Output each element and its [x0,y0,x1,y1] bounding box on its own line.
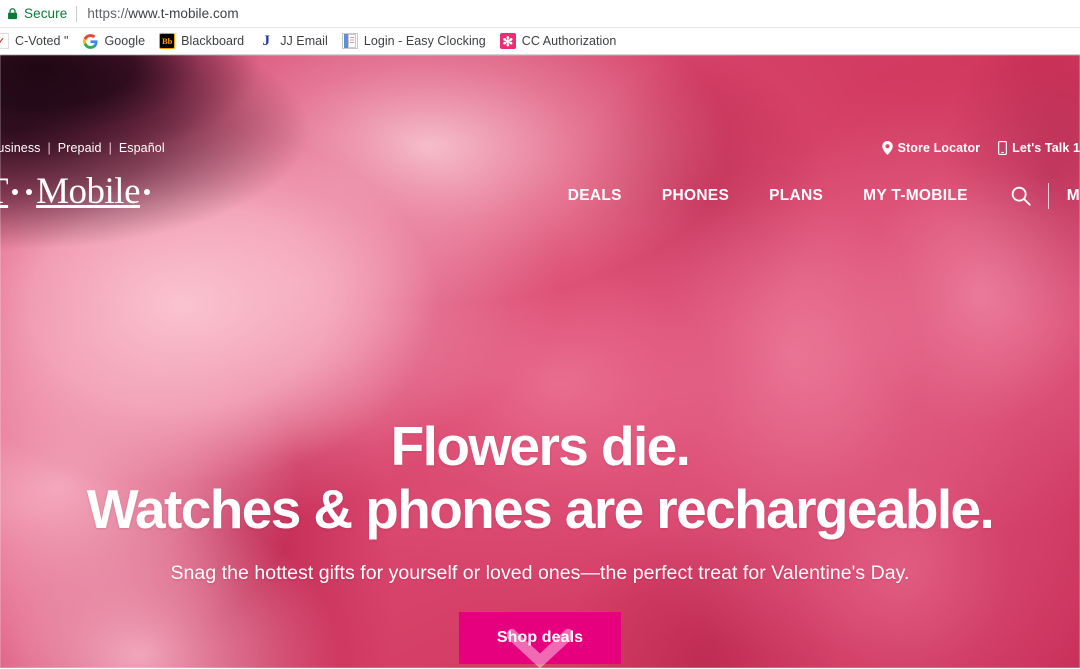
main-nav: DEALS PHONES PLANS MY T-MOBILE M [548,183,1080,209]
mobile-phone-icon [998,141,1007,155]
url-text[interactable]: https://www.t-mobile.com [87,6,238,21]
utility-nav-left: Business | Prepaid | Español [0,141,172,155]
document-icon [342,33,358,49]
browser-chrome: Secure https://www.t-mobile.com ✓ C-Vote… [0,0,1080,55]
hero-headline-line-2: Watches & phones are rechargeable. [0,478,1080,541]
nav-item-deals[interactable]: DEALS [548,187,642,205]
url-scheme: https:// [87,6,128,21]
menu-button[interactable]: M [1049,187,1080,205]
voted-icon: ✓ [0,33,9,49]
bookmark-label: Google [105,34,146,48]
utility-link-espanol[interactable]: Español [112,141,172,155]
cc-authorization-icon: ✻ [500,33,516,49]
search-icon [1010,185,1032,207]
google-icon [83,33,99,49]
bookmark-label: CC Authorization [522,34,617,48]
utility-nav-right: Store Locator Let's Talk 1 [864,141,1080,155]
logo-word-mobile: Mobile [36,171,140,212]
lock-icon [6,7,19,20]
hero-subheadline: Snag the hottest gifts for yourself or l… [0,562,1080,585]
nav-item-plans[interactable]: PLANS [749,187,843,205]
lets-talk-label: Let's Talk 1 [1012,141,1080,155]
lets-talk-link[interactable]: Let's Talk 1 [998,141,1080,155]
url-divider [76,6,77,22]
hero-headline: Flowers die. Watches & phones are rechar… [0,415,1080,540]
utility-nav: Business | Prepaid | Español Store Locat… [0,137,1080,159]
url-host: www.t-mobile.com [128,6,238,21]
chevron-down-icon [507,629,573,668]
bookmark-label: JJ Email [280,34,328,48]
nav-item-phones[interactable]: PHONES [642,187,749,205]
utility-link-business[interactable]: Business [0,141,48,155]
jj-email-icon: J [258,33,274,49]
bookmark-c-voted[interactable]: ✓ C-Voted " [0,30,76,52]
search-button[interactable] [988,185,1048,207]
address-bar[interactable]: Secure https://www.t-mobile.com [0,0,1080,27]
logo-dot [26,189,32,195]
store-locator-label: Store Locator [898,141,981,155]
hero-content: Flowers die. Watches & phones are rechar… [0,415,1080,664]
bookmark-cc-authorization[interactable]: ✻ CC Authorization [493,30,624,52]
map-pin-icon [882,141,893,155]
nav-item-my-tmobile[interactable]: MY T-MOBILE [843,187,988,205]
scroll-down-button[interactable] [507,629,573,668]
hero-headline-line-1: Flowers die. [0,415,1080,478]
bookmark-jj-email[interactable]: J JJ Email [251,30,335,52]
store-locator-link[interactable]: Store Locator [882,141,981,155]
tmobile-logo[interactable]: T Mobile [0,173,154,210]
blackboard-icon: Bb [159,33,175,49]
logo-letter-t: T [0,171,8,212]
secure-label: Secure [24,6,67,21]
logo-dot [144,189,150,195]
bookmark-label: C-Voted " [15,34,69,48]
bookmarks-bar: ✓ C-Voted " Google Bb Blackboard J JJ Em… [0,27,1080,55]
bookmark-google[interactable]: Google [76,30,153,52]
bookmark-blackboard[interactable]: Bb Blackboard [152,30,251,52]
utility-link-prepaid[interactable]: Prepaid [51,141,109,155]
bookmark-label: Login - Easy Clocking [364,34,486,48]
logo-dot [12,189,18,195]
bookmark-label: Blackboard [181,34,244,48]
tmobile-homepage: Business | Prepaid | Español Store Locat… [0,55,1080,668]
bookmark-login-easy-clocking[interactable]: Login - Easy Clocking [335,30,493,52]
